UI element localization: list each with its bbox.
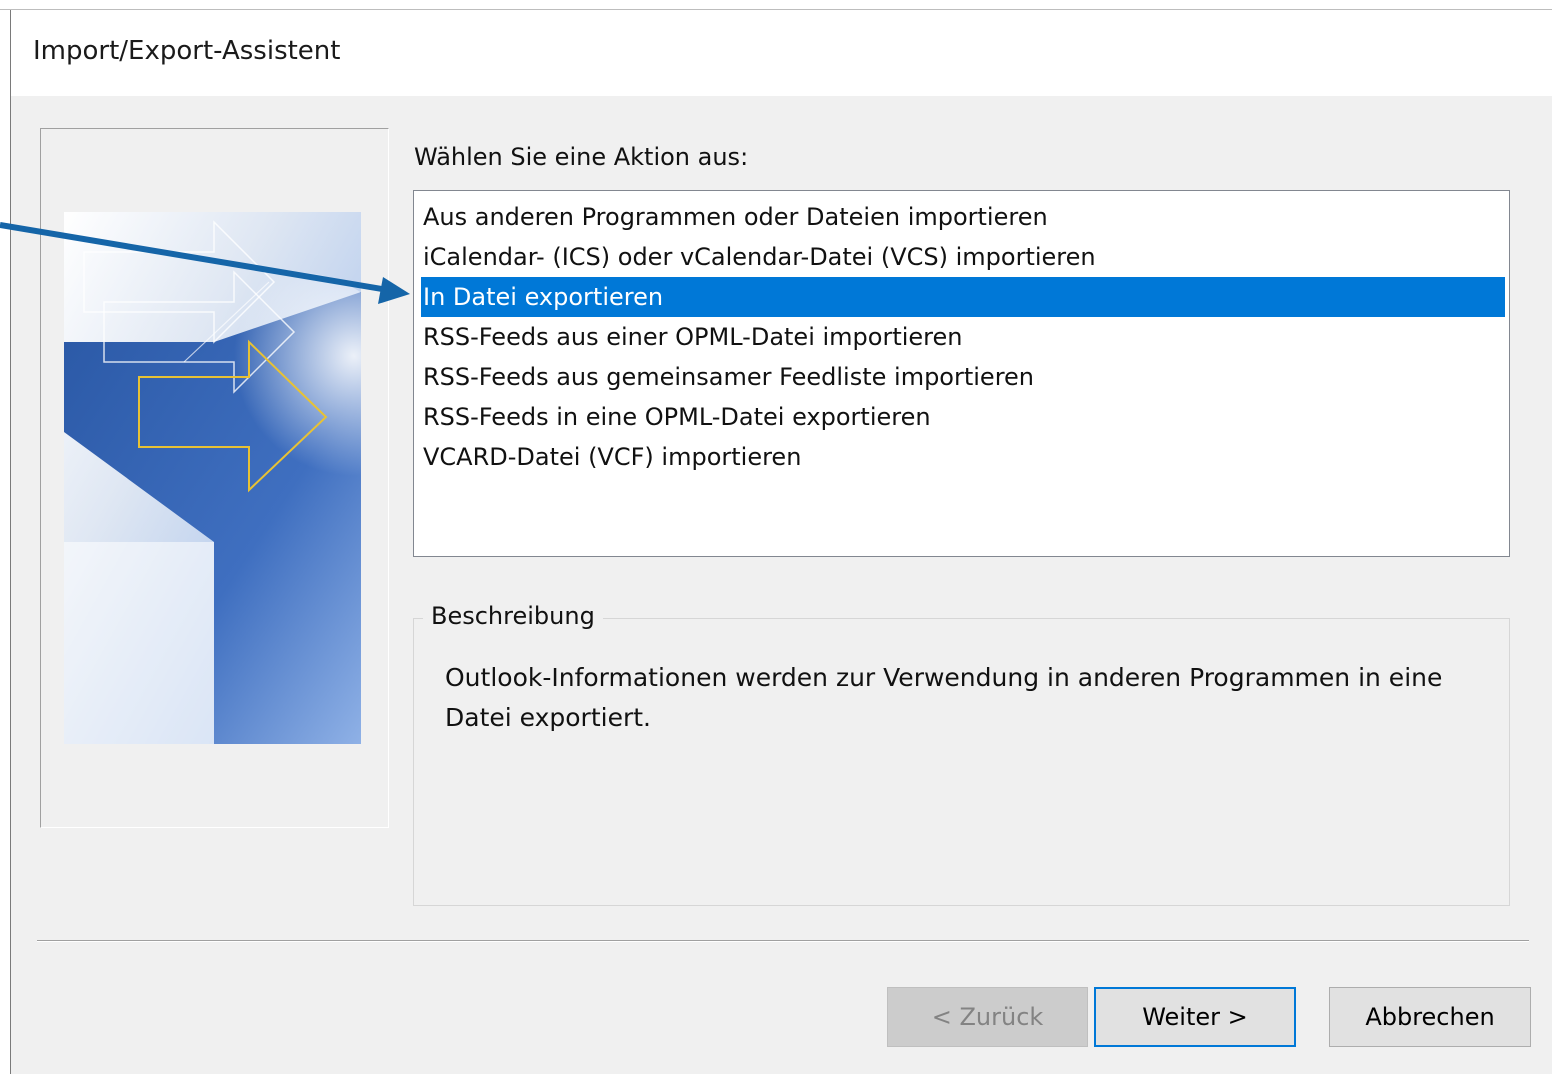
next-button[interactable]: Weiter > [1094,987,1296,1047]
action-prompt-label: Wählen Sie eine Aktion aus: [414,143,749,171]
list-item[interactable]: RSS-Feeds in eine OPML-Datei exportieren [421,397,1505,437]
button-separator [37,940,1529,942]
list-item[interactable]: VCARD-Datei (VCF) importieren [421,437,1505,477]
list-item[interactable]: iCalendar- (ICS) oder vCalendar-Datei (V… [421,237,1505,277]
wizard-art-icon [64,212,361,744]
dialog-header: Import/Export-Assistent [11,10,1552,96]
description-text: Outlook-Informationen werden zur Verwend… [445,663,1443,732]
list-item[interactable]: Aus anderen Programmen oder Dateien impo… [421,197,1505,237]
description-legend: Beschreibung [423,602,603,630]
list-item[interactable]: RSS-Feeds aus gemeinsamer Feedliste impo… [421,357,1505,397]
back-button[interactable]: < Zurück [887,987,1088,1047]
action-listbox[interactable]: Aus anderen Programmen oder Dateien impo… [413,190,1510,557]
list-item-selected[interactable]: In Datei exportieren [421,277,1505,317]
dialog-title: Import/Export-Assistent [33,36,341,66]
cancel-button[interactable]: Abbrechen [1329,987,1531,1047]
list-item[interactable]: RSS-Feeds aus einer OPML-Datei importier… [421,317,1505,357]
